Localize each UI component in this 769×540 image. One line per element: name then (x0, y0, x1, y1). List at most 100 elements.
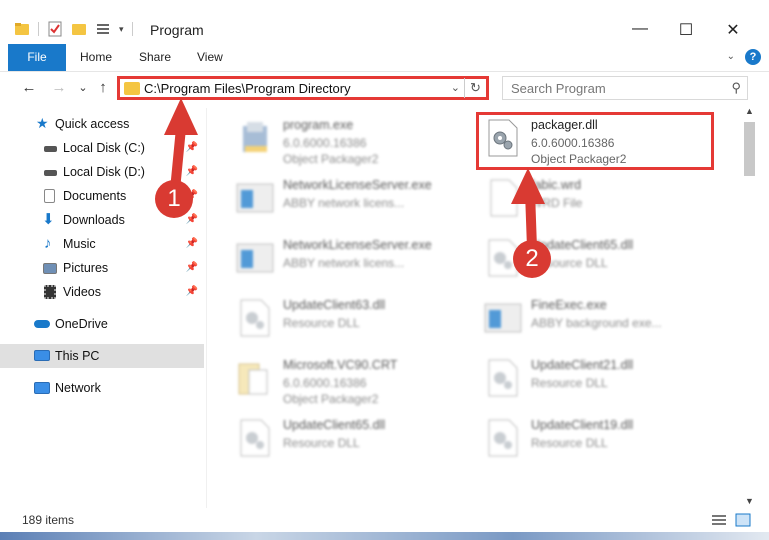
sidebar-item-label: Local Disk (C:) (63, 141, 145, 155)
sidebar-item-this-pc[interactable]: This PC (0, 344, 204, 368)
sidebar-item-label: Network (55, 381, 101, 395)
sidebar-item-label: Videos (63, 285, 101, 299)
pin-icon[interactable]: 📌 (186, 256, 198, 280)
download-icon: ⬇ (42, 211, 55, 228)
file-name: UpdateClient65.dll (283, 418, 386, 432)
sidebar-item-network[interactable]: Network (0, 376, 204, 400)
file-item[interactable]: program.exe 6.0.6000.16386 Object Packag… (231, 112, 471, 168)
pin-icon[interactable]: 📌 (186, 160, 198, 184)
toolbar-dropdown-icon[interactable]: ▾ (119, 24, 124, 35)
star-icon: ★ (36, 115, 49, 131)
scroll-thumb[interactable] (744, 122, 755, 176)
app-window-icon (236, 243, 274, 273)
documents-icon (44, 189, 55, 203)
file-name: NetworkLicenseServer.exe (283, 178, 432, 192)
dll-gear-icon (240, 299, 270, 337)
file-description: Resource DLL (283, 436, 360, 450)
file-item[interactable]: FineExec.exe ABBY background exe... (479, 292, 719, 348)
app-window-icon (236, 183, 274, 213)
cloud-icon (34, 320, 50, 328)
pin-icon[interactable]: 📌 (186, 232, 198, 256)
file-item[interactable]: UpdateClient19.dll Resource DLL (479, 412, 719, 468)
forward-button[interactable]: → (48, 78, 70, 98)
file-description: Object Packager2 (283, 392, 379, 406)
file-item[interactable]: NetworkLicenseServer.exe ABBY network li… (231, 172, 471, 228)
file-item[interactable]: UpdateClient21.dll Resource DLL (479, 352, 719, 408)
up-button[interactable]: ↑ (92, 78, 114, 98)
status-bar: 189 items (0, 508, 769, 532)
file-name: NetworkLicenseServer.exe (283, 238, 432, 252)
vertical-scrollbar[interactable]: ▲ ▼ (741, 104, 758, 508)
scroll-down-icon[interactable]: ▼ (741, 496, 758, 506)
window-title: Program (150, 22, 204, 38)
navigation-pane: ★ Quick access Local Disk (C:) 📌 Local D… (0, 108, 204, 508)
file-description: ABBY network licens... (283, 256, 405, 270)
file-name: program.exe (283, 118, 354, 132)
refresh-button[interactable]: ↻ (464, 78, 486, 98)
folder-document-icon (238, 363, 268, 395)
file-description: Object Packager2 (283, 152, 379, 166)
details-view-icon[interactable] (711, 513, 727, 527)
sidebar-item-videos[interactable]: Videos 📌 (0, 280, 204, 304)
toolbar-divider (38, 22, 39, 36)
file-item[interactable]: NetworkLicenseServer.exe ABBY network li… (231, 232, 471, 288)
recent-locations-button[interactable]: ⌄ (72, 78, 94, 98)
sidebar-item-pictures[interactable]: Pictures 📌 (0, 256, 204, 280)
drive-icon (44, 146, 57, 152)
file-description: Resource DLL (531, 436, 608, 450)
file-item[interactable]: UpdateClient65.dll Resource DLL (231, 412, 471, 468)
sidebar-item-label: Quick access (55, 117, 130, 131)
file-item[interactable]: Microsoft.VC90.CRT 6.0.6000.16386 Object… (231, 352, 471, 408)
sidebar-item-onedrive[interactable]: OneDrive (0, 312, 204, 336)
sidebar-item-label: Music (63, 237, 96, 251)
large-icons-view-icon[interactable] (735, 513, 751, 527)
file-version: 6.0.6000.16386 (283, 376, 367, 390)
callout-1: 1 (155, 180, 193, 218)
sidebar-item-music[interactable]: ♪ Music 📌 (0, 232, 204, 256)
videos-icon (44, 285, 56, 299)
item-count: 189 items (22, 513, 75, 527)
file-description: ABBY network licens... (283, 196, 405, 210)
file-type: WRD File (531, 196, 583, 210)
search-icon[interactable]: ⚲ (731, 80, 741, 96)
folder-icon[interactable] (14, 21, 30, 37)
search-input[interactable]: Search Program (511, 81, 606, 96)
file-name: UpdateClient21.dll (531, 358, 634, 372)
address-bar[interactable]: C:\Program Files\Program Directory ⌄ ↻ (117, 76, 489, 100)
properties-icon[interactable] (47, 21, 63, 37)
address-dropdown-icon[interactable]: ⌄ (451, 81, 460, 94)
chevron-down-icon[interactable]: ⌄ (727, 51, 735, 62)
sidebar-item-quick-access[interactable]: ★ Quick access (0, 112, 204, 136)
tab-file[interactable]: File (8, 44, 66, 71)
minimize-button[interactable]: — (617, 20, 663, 40)
search-box[interactable]: Search Program ⚲ (502, 76, 748, 100)
file-item[interactable]: UpdateClient63.dll Resource DLL (231, 292, 471, 348)
sidebar-item-label: Local Disk (D:) (63, 165, 145, 179)
dll-gear-icon (488, 359, 518, 397)
highlight-box (476, 112, 714, 170)
file-description: Resource DLL (283, 316, 360, 330)
dll-gear-icon (488, 419, 518, 457)
scroll-up-icon[interactable]: ▲ (741, 106, 758, 116)
file-description: ABBY background exe... (531, 316, 662, 330)
pin-icon[interactable]: 📌 (186, 136, 198, 160)
pictures-icon (43, 263, 57, 274)
file-item[interactable]: fabic.wrd WRD File (479, 172, 719, 228)
music-icon: ♪ (44, 235, 52, 252)
customize-icon[interactable] (95, 21, 111, 37)
callout-2: 2 (513, 240, 551, 278)
tab-home[interactable]: Home (64, 44, 128, 71)
tab-view[interactable]: View (181, 44, 239, 71)
help-icon[interactable]: ? (745, 49, 761, 65)
close-button[interactable]: ✕ (710, 20, 756, 40)
blank-file-icon (490, 179, 518, 217)
address-path[interactable]: C:\Program Files\Program Directory (144, 81, 351, 96)
maximize-button[interactable]: ☐ (663, 20, 709, 40)
desktop-background (0, 532, 769, 540)
pin-icon[interactable]: 📌 (186, 280, 198, 304)
tab-share[interactable]: Share (123, 44, 187, 71)
new-folder-icon[interactable] (71, 21, 87, 37)
back-button[interactable]: ← (18, 78, 40, 98)
sidebar-item-label: Pictures (63, 261, 109, 275)
sidebar-item-local-disk-c[interactable]: Local Disk (C:) 📌 (0, 136, 204, 160)
